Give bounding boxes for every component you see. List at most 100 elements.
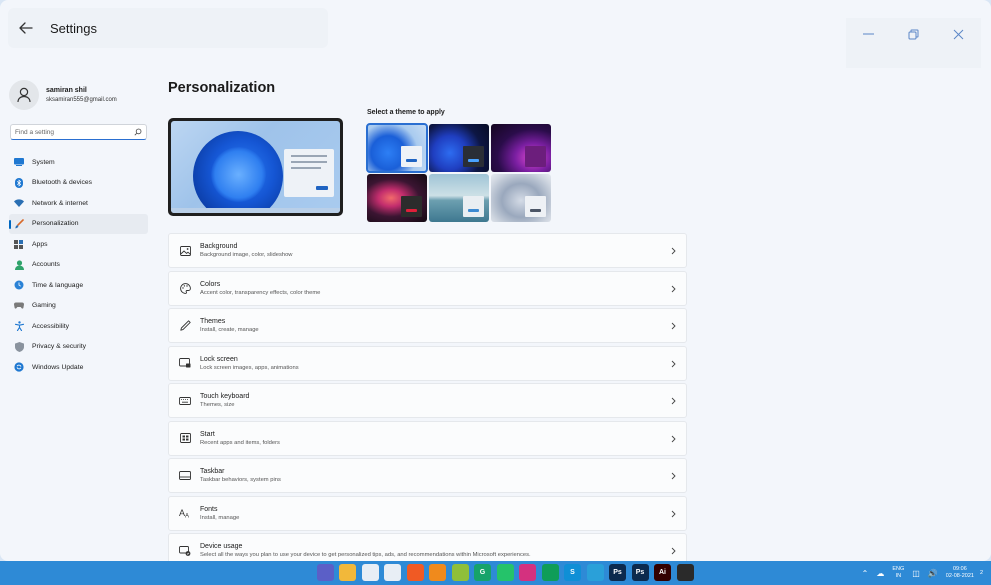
setting-touch-keyboard[interactable]: Touch keyboard Themes, size	[168, 383, 687, 418]
start-icon	[178, 431, 192, 445]
chevron-up-icon[interactable]: ⌃	[862, 569, 869, 578]
sidebar-item-time-language[interactable]: Time & language	[9, 275, 148, 296]
search-input[interactable]	[15, 128, 134, 136]
minimize-icon	[863, 33, 874, 35]
task-view-icon[interactable]	[294, 564, 311, 581]
sidebar-item-privacy-security[interactable]: Privacy & security	[9, 337, 148, 358]
store-icon[interactable]	[451, 564, 469, 581]
language-indicator[interactable]: ENG IN	[892, 566, 904, 580]
setting-description: Select all the ways you plan to use your…	[200, 552, 531, 558]
notification-count[interactable]: 2	[980, 570, 983, 577]
maximize-button[interactable]	[891, 18, 936, 50]
sidebar-item-bluetooth[interactable]: Bluetooth & devices	[9, 173, 148, 194]
font-icon: AA	[178, 506, 192, 520]
figma-icon[interactable]	[676, 564, 694, 581]
vlc-icon[interactable]	[429, 564, 446, 581]
shield-icon	[14, 341, 24, 352]
sidebar-item-system[interactable]: System	[9, 152, 148, 173]
sidebar-item-gaming[interactable]: Gaming	[9, 296, 148, 317]
close-button[interactable]	[936, 18, 981, 50]
apps-icon	[14, 239, 24, 249]
theme-windows-light[interactable]	[366, 123, 428, 173]
theme-glow[interactable]	[491, 124, 551, 172]
setting-start[interactable]: Start Recent apps and items, folders	[168, 420, 687, 456]
taskbar-icon-label: G	[479, 569, 486, 576]
grammarly-icon[interactable]: G	[474, 564, 491, 581]
setting-title: Background	[200, 243, 238, 250]
settings-window: Settings samiran shil sksamiran555@gmail…	[0, 0, 991, 561]
sidebar-item-label: Accounts	[32, 261, 60, 269]
hangouts-icon[interactable]	[541, 564, 559, 581]
skype-icon[interactable]: S	[564, 564, 581, 581]
search-box	[10, 124, 147, 140]
teams-icon[interactable]	[316, 564, 334, 581]
sidebar-item-apps[interactable]: Apps	[9, 234, 148, 255]
sidebar-item-network[interactable]: Network & internet	[9, 193, 148, 214]
user-profile[interactable]: samiran shil sksamiran555@gmail.com	[9, 80, 117, 110]
arrow-left-icon	[19, 22, 33, 34]
edge-icon[interactable]	[699, 564, 716, 581]
setting-description: Themes, size	[200, 402, 235, 408]
setting-title: Touch keyboard	[200, 393, 250, 400]
svg-text:A: A	[185, 514, 189, 519]
system-icon	[14, 157, 24, 167]
instagram-icon[interactable]	[519, 564, 536, 581]
setting-fonts[interactable]: AA Fonts Install, manage	[168, 495, 687, 531]
setting-title: Colors	[200, 280, 221, 288]
brush-icon	[14, 218, 24, 229]
sidebar-item-windows-update[interactable]: Windows Update	[9, 357, 148, 378]
person-icon	[17, 87, 31, 103]
setting-title: Fonts	[200, 505, 218, 513]
sidebar-item-personalization[interactable]: Personalization	[9, 213, 148, 234]
clock-date: 02-08-2021	[945, 573, 974, 579]
sidebar-item-label: Network & internet	[32, 199, 88, 207]
back-button[interactable]	[14, 16, 38, 40]
file-explorer-icon[interactable]	[339, 564, 356, 581]
setting-device-usage[interactable]: Device usage Select all the ways you pla…	[168, 533, 687, 561]
telegram-icon[interactable]	[586, 564, 604, 581]
system-tray: ⌃ ☁ ENG IN ◫ 🔊 09:06 02-08-2021 2	[858, 564, 983, 582]
photoshop-2-icon[interactable]: Ps	[631, 564, 649, 581]
windows-start-icon[interactable]	[249, 564, 266, 581]
settings-list: Background Background image, color, slid…	[168, 233, 687, 561]
sidebar-item-accessibility[interactable]: Accessibility	[9, 316, 148, 337]
setting-lock-screen[interactable]: Lock screen Lock screen images, apps, an…	[168, 345, 687, 381]
search-icon[interactable]	[271, 564, 289, 581]
chrome-icon[interactable]	[384, 564, 401, 581]
title-area: Settings	[8, 8, 328, 48]
pen-icon	[178, 319, 192, 333]
chevron-right-icon	[671, 547, 676, 555]
theme-flow[interactable]	[491, 174, 551, 222]
illustrator-icon[interactable]: Ai	[654, 564, 671, 581]
chevron-right-icon	[671, 510, 676, 517]
network-icon[interactable]: ◫	[912, 569, 920, 578]
setting-themes[interactable]: Themes Install, create, manage	[168, 308, 687, 343]
whatsapp-icon[interactable]	[496, 564, 514, 581]
setting-colors[interactable]: Colors Accent color, transparency effect…	[168, 270, 687, 306]
clock[interactable]: 09:06 02-08-2021	[946, 566, 974, 580]
paint-icon[interactable]	[361, 564, 379, 581]
sidebar-item-accounts[interactable]: Accounts	[9, 255, 148, 276]
brave-icon[interactable]	[406, 564, 424, 581]
profile-email: sksamiran555@gmail.com	[46, 97, 117, 103]
photoshop-icon[interactable]: Ps	[609, 564, 626, 581]
settings-gear-icon[interactable]	[721, 564, 739, 581]
chevron-right-icon	[671, 247, 676, 255]
close-icon	[953, 29, 964, 39]
title-bar: Settings	[0, 0, 991, 68]
image-icon	[178, 244, 192, 258]
volume-icon[interactable]: 🔊	[928, 569, 938, 578]
theme-select-label: Select a theme to apply	[367, 109, 445, 116]
taskbar-icon-label: S	[570, 569, 575, 576]
minimize-button[interactable]	[846, 18, 891, 50]
setting-background[interactable]: Background Background image, color, slid…	[168, 233, 687, 268]
theme-windows-dark[interactable]	[429, 124, 489, 172]
theme-sunrise[interactable]	[429, 174, 489, 222]
search-icon[interactable]	[134, 128, 142, 136]
setting-title: Themes	[200, 318, 226, 325]
setting-taskbar[interactable]: Taskbar Taskbar behaviors, system pins	[168, 458, 687, 493]
theme-captured-motion[interactable]	[367, 174, 427, 222]
setting-title: Start	[200, 430, 215, 438]
cloud-icon[interactable]: ☁	[876, 569, 884, 578]
setting-description: Lock screen images, apps, animations	[200, 364, 299, 371]
